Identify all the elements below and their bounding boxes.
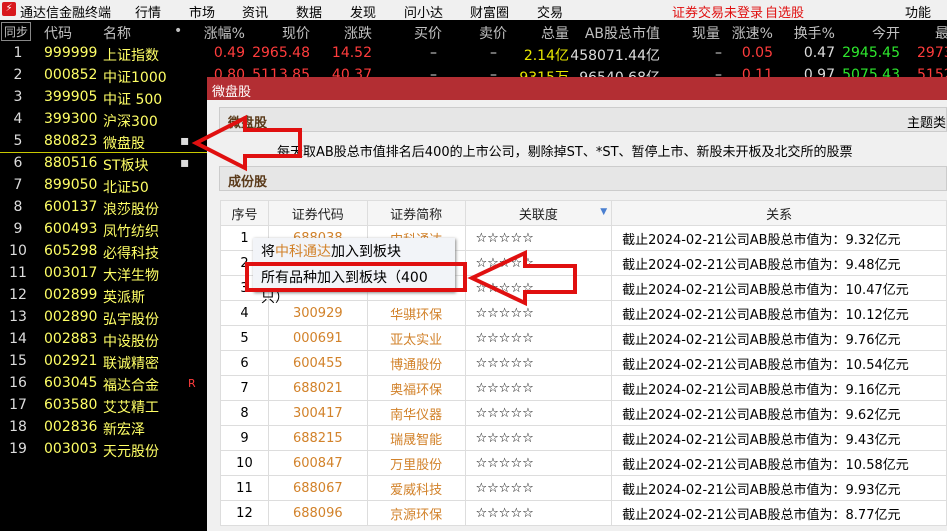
arrow-left-icon [467, 249, 577, 307]
annotation-arrows [191, 114, 577, 307]
arrow-left-icon [191, 114, 302, 172]
